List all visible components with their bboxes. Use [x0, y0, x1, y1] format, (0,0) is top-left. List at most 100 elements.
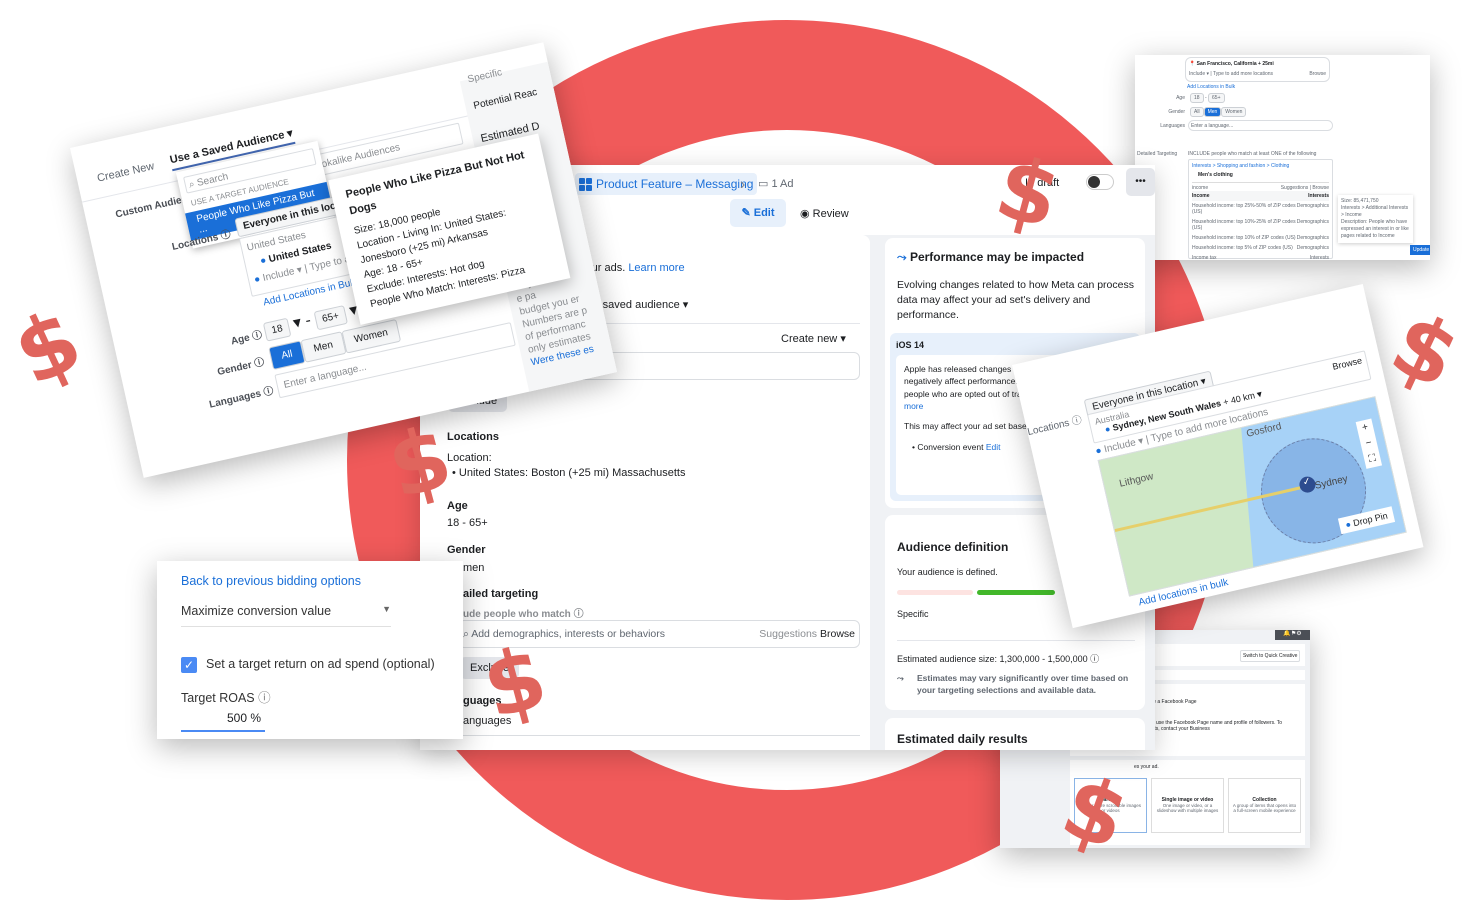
performance-text: Evolving changes related to how Meta can…: [897, 279, 1134, 322]
tab-create-new[interactable]: Create New: [96, 160, 155, 184]
targeting-result[interactable]: Household income: top 25%-50% of ZIP cod…: [1192, 201, 1329, 217]
info-size: Size: 85,471,750: [1341, 198, 1379, 204]
breadcrumb-ad[interactable]: ▭ 1 Ad: [758, 177, 793, 190]
custom-audiences-label: Custom Audien: [114, 193, 189, 221]
location-name: San Francisco, California: [1196, 61, 1257, 67]
info-interests: Interests > Additional Interests > Incom…: [1341, 205, 1409, 218]
estimate-note: ⤳ Estimates may vary significantly over t…: [897, 673, 1129, 695]
gender-label: Gender: [1168, 109, 1185, 115]
status-badge: In draft: [1025, 177, 1059, 189]
exclude-targeting-button[interactable]: Exclude: [460, 657, 520, 679]
gender-women[interactable]: Women: [1221, 107, 1247, 117]
targeting-search[interactable]: income: [1192, 185, 1208, 191]
detailed-targeting-search[interactable]: ⌕ Add demographics, interests or behavio…: [458, 620, 860, 648]
result-type: Demographics: [1296, 235, 1329, 241]
suggestions-tab[interactable]: Suggestions: [1281, 185, 1309, 191]
conversion-event: Conversion event: [917, 441, 984, 452]
edit-button[interactable]: ✎ Edit: [730, 199, 786, 227]
format-option[interactable]: Single image or video One image or video,…: [1151, 778, 1224, 833]
daily-results-title: Estimated daily results: [897, 732, 1028, 746]
bid-strategy-select[interactable]: Maximize conversion value ▼: [181, 604, 391, 627]
locations-label: Locations ⓘ: [1026, 414, 1084, 439]
conversion-edit-link[interactable]: Edit: [986, 442, 1001, 452]
age-min[interactable]: 18: [1190, 93, 1204, 103]
include-select[interactable]: Include: [1189, 71, 1205, 77]
info-icon[interactable]: ⓘ: [1090, 654, 1099, 664]
ad-set-toggle[interactable]: [1086, 174, 1114, 190]
age-min-select[interactable]: 18: [262, 317, 292, 342]
age-heading: Age: [447, 500, 468, 512]
age-max[interactable]: 65+: [1208, 93, 1225, 103]
locations-heading: Locations: [447, 431, 499, 443]
age-label: Age ⓘ: [230, 329, 264, 348]
learn-more-link[interactable]: Learn more: [628, 262, 684, 274]
review-button[interactable]: ◉ Review: [800, 207, 849, 220]
format-desc: Two or more scrollable images or videos: [1079, 803, 1142, 813]
roas-checkbox-label: Set a target return on ad spend (optiona…: [206, 657, 435, 671]
result-name: Household income: top 5% of ZIP codes (U…: [1192, 245, 1293, 251]
status-text: In draft: [1025, 177, 1060, 189]
create-new-dropdown[interactable]: Create new ▾: [781, 332, 846, 345]
format-option[interactable]: Collection A group of items that opens in…: [1228, 778, 1301, 833]
dollar-icon: $: [0, 290, 97, 406]
gender-men[interactable]: Men: [300, 331, 347, 363]
browse-tab[interactable]: Browse: [1312, 185, 1329, 191]
gender-all[interactable]: All: [268, 340, 306, 370]
gender-label: Gender ⓘ: [216, 356, 266, 379]
age-label: Age: [1176, 95, 1185, 101]
bulk-link[interactable]: Add Locations in Bulk: [1187, 84, 1235, 90]
detailed-targeting-card: 📍 San Francisco, California + 25mi Inclu…: [1135, 55, 1430, 260]
targeting-result[interactable]: Income Interests: [1192, 191, 1329, 201]
more-button[interactable]: •••: [1126, 168, 1155, 196]
radius[interactable]: + 25mi: [1258, 61, 1274, 67]
help-icon[interactable]: ⓘ: [258, 691, 271, 705]
language-input[interactable]: Enter a language...: [1188, 120, 1333, 131]
gender-men[interactable]: Men: [1203, 107, 1222, 117]
roas-input[interactable]: 500 %: [181, 711, 265, 732]
roas-label: Target ROAS ⓘ: [181, 691, 271, 705]
selected-interest[interactable]: Men's clothing: [1198, 172, 1329, 178]
format-prompt: es your ad.: [1134, 764, 1159, 770]
trend-icon: ⤳: [897, 673, 904, 683]
result-type: Interests: [1308, 193, 1329, 199]
breadcrumb-campaign[interactable]: Product Feature – Messaging: [575, 173, 758, 195]
performance-title: Performance may be impacted: [909, 250, 1085, 264]
toolbar-icons[interactable]: 🔔⚑⚙: [1275, 630, 1310, 640]
ios-title: iOS 14: [896, 340, 925, 350]
format-option[interactable]: Carousel Two or more scrollable images or…: [1074, 778, 1147, 833]
result-type: Demographics: [1296, 245, 1329, 251]
suggestions-link[interactable]: Suggestions: [759, 628, 817, 640]
location-value: • United States: Boston (+25 mi) Massach…: [452, 467, 686, 479]
format-desc: A group of items that opens into a full-…: [1232, 803, 1297, 813]
detailed-label: Detailed Targeting: [1137, 151, 1178, 157]
search-placeholder: Add demographics, interests or behaviors: [471, 628, 665, 640]
update-button[interactable]: Update: [1410, 245, 1430, 255]
map-label: Lithgow: [1118, 471, 1155, 490]
back-bidding-link[interactable]: Back to previous bidding options: [181, 574, 361, 588]
result-name: Household income: top 25%-50% of ZIP cod…: [1192, 203, 1296, 215]
trend-icon: ⤳: [897, 250, 907, 264]
browse-link[interactable]: Browse: [820, 628, 855, 640]
interest-path: Interests > Shopping and fashion > Cloth…: [1192, 163, 1290, 169]
bidding-card: Back to previous bidding options Maximiz…: [157, 561, 463, 739]
campaign-icon: [579, 177, 592, 191]
audience-defined-text: Your audience is defined.: [897, 567, 998, 577]
browse-link[interactable]: Browse: [1309, 71, 1326, 77]
format-desc: One image or video, or a slideshow with …: [1156, 803, 1219, 813]
detailed-targeting-heading: ailed targeting: [463, 588, 539, 600]
gender-heading: Gender: [447, 544, 486, 556]
languages-label: Languages ⓘ: [208, 385, 275, 411]
targeting-result[interactable]: Household income: top 10%-25% of ZIP cod…: [1192, 217, 1329, 233]
pencil-icon: ✎: [741, 207, 751, 219]
roas-checkbox[interactable]: ✓: [181, 657, 197, 673]
quick-creative-button[interactable]: Switch to Quick Creative: [1240, 650, 1301, 662]
languages-heading: guages: [463, 695, 502, 707]
targeting-result[interactable]: Household income: top 10% of ZIP codes (…: [1192, 233, 1329, 243]
targeting-result[interactable]: Income tax Interests: [1192, 253, 1329, 260]
location-input[interactable]: Type to add more locations: [1213, 71, 1273, 77]
targeting-result[interactable]: Household income: top 5% of ZIP codes (U…: [1192, 243, 1329, 253]
dollar-icon: $: [1376, 293, 1474, 409]
gender-all[interactable]: All: [1190, 107, 1204, 117]
audience-specific-label: Specific: [897, 609, 929, 619]
age-max-select[interactable]: 65+: [313, 305, 348, 331]
